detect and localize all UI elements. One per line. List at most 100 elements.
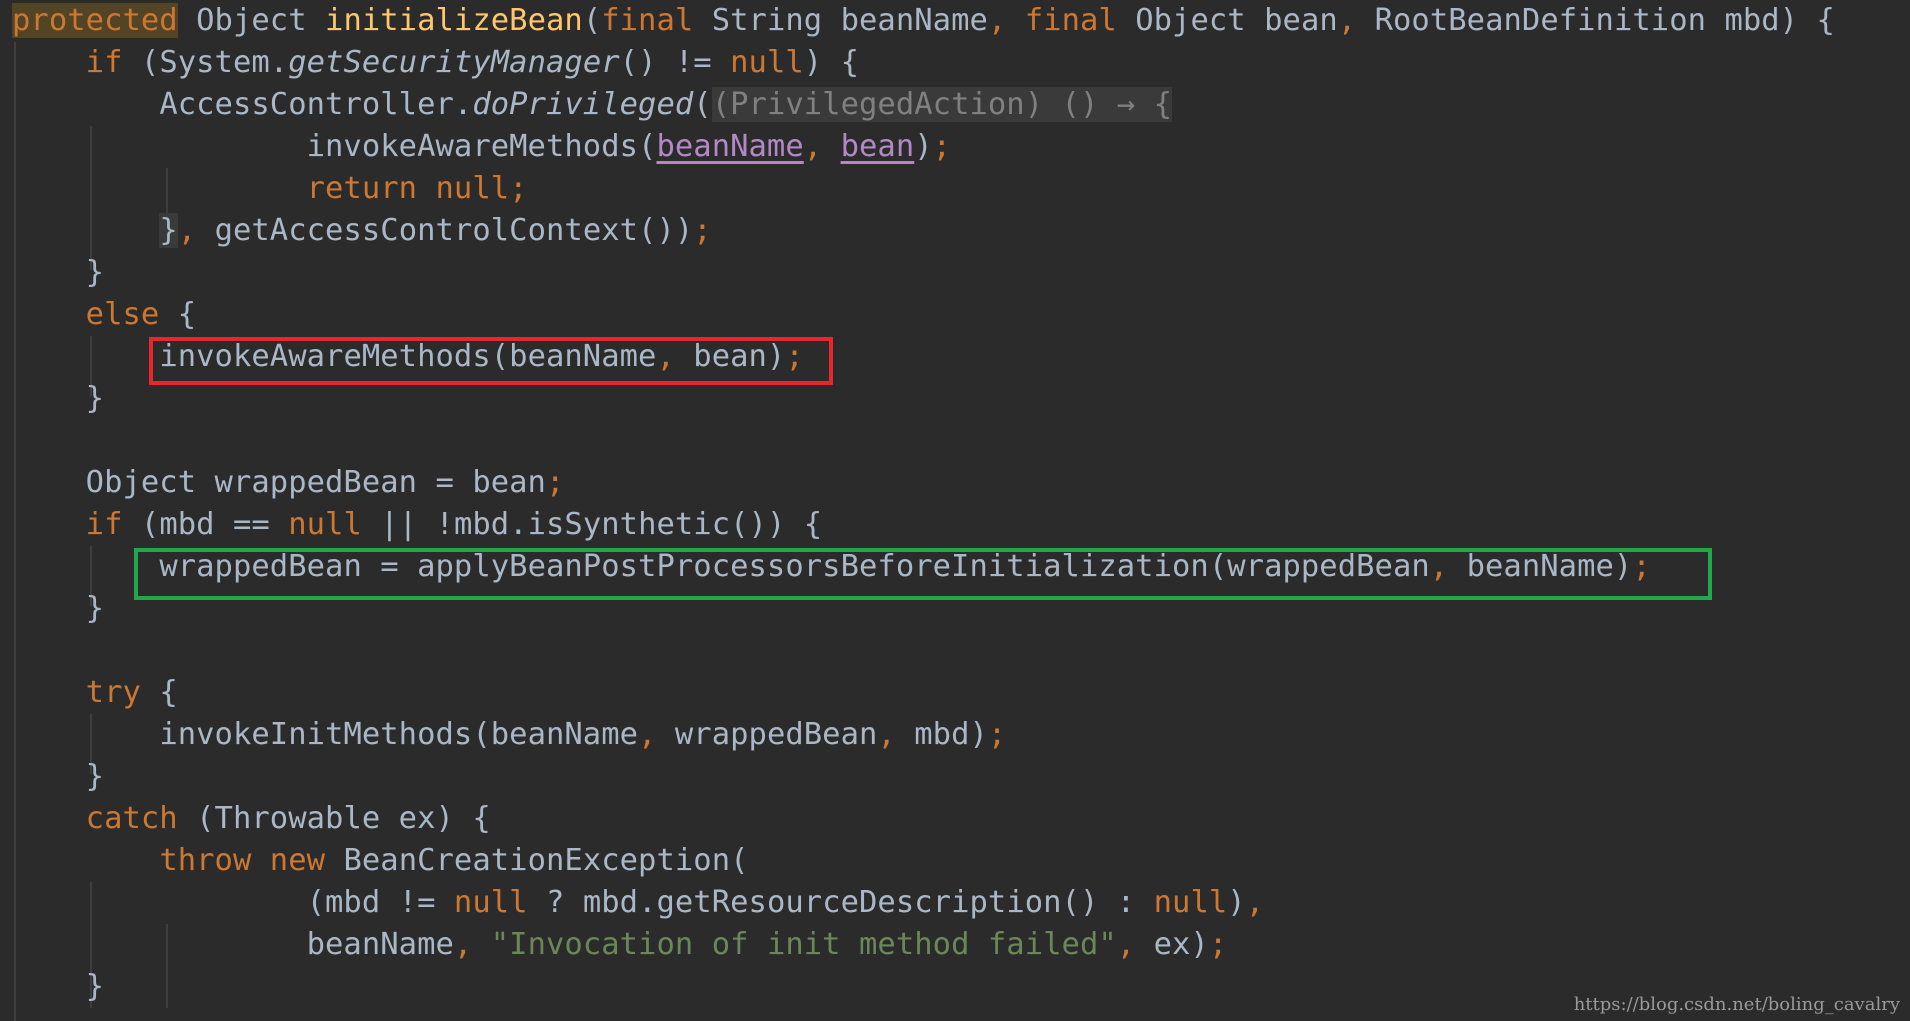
code-token-param: beanName: [656, 129, 804, 164]
code-token-default: ) {: [803, 45, 860, 80]
code-token-punct: ,: [1116, 927, 1154, 962]
code-token-punct: ;: [932, 129, 952, 164]
code-editor[interactable]: protected Object initializeBean(final St…: [0, 0, 1910, 1021]
code-token-default: [12, 675, 86, 710]
code-token-punct: ,: [987, 3, 1025, 38]
code-token-default: [12, 507, 86, 542]
code-token-keyword: final: [1024, 3, 1136, 38]
code-token-string: "Invocation of init method failed": [490, 927, 1117, 962]
code-line: return null;: [12, 168, 528, 210]
code-line: Object wrappedBean = bean;: [12, 462, 565, 504]
code-token-default: [12, 801, 86, 836]
code-token-keyword: if: [85, 45, 141, 80]
code-token-default: }: [12, 759, 105, 794]
code-token-default: beanName: [306, 927, 454, 962]
code-token-default: [12, 45, 86, 80]
code-token-default: RootBeanDefinition mbd) {: [1374, 3, 1835, 38]
code-token-punct: ,: [1245, 885, 1265, 920]
code-token-highlight: protected: [12, 3, 178, 38]
code-token-default: Object: [196, 3, 326, 38]
code-token-default: [12, 465, 86, 500]
code-token-default: () !=: [619, 45, 731, 80]
code-token-static: getSecurityManager: [288, 45, 620, 80]
code-token-keyword: try: [85, 675, 160, 710]
code-token-default: invokeAwareMethods(: [306, 129, 657, 164]
code-token-default: ): [914, 129, 933, 164]
code-token-default: [178, 3, 196, 38]
code-token-default: BeanCreationException(: [343, 843, 749, 878]
code-token-punct: ;: [545, 465, 565, 500]
code-token-keyword: final: [601, 3, 712, 38]
code-token-default: wrappedBean: [674, 717, 878, 752]
code-line: beanName, "Invocation of init method fai…: [12, 924, 1228, 966]
code-token-default: invokeInitMethods(beanName: [159, 717, 639, 752]
watermark: https://blog.csdn.net/boling_cavalry: [1573, 994, 1900, 1015]
code-token-default: [12, 927, 307, 962]
code-token-punct: ;: [509, 171, 528, 206]
code-token-keyword: null: [288, 507, 381, 542]
code-line: }: [12, 378, 104, 420]
code-line: throw new BeanCreationException(: [12, 840, 749, 882]
code-token-default: ? mbd.getResourceDescription() :: [546, 885, 1154, 920]
code-token-default: [12, 171, 307, 206]
code-token-default: [12, 129, 307, 164]
code-token-foldend: }: [159, 213, 178, 248]
code-token-keyword: if: [85, 507, 141, 542]
code-token-default: AccessController.: [159, 87, 473, 122]
code-token-default: Object bean: [1135, 3, 1338, 38]
code-token-default: }: [12, 381, 105, 416]
code-token-default: (System.: [140, 45, 289, 80]
code-token-keyword: null: [730, 45, 804, 80]
code-token-fold: (PrivilegedAction) () → {: [711, 87, 1173, 122]
code-token-keyword: null: [1153, 885, 1228, 920]
code-token-param: bean: [840, 129, 915, 164]
code-token-keyword: else: [85, 297, 178, 332]
code-token-keyword: null: [453, 885, 546, 920]
code-line: }, getAccessControlContext());: [12, 210, 712, 252]
code-token-default: String beanName: [711, 3, 988, 38]
code-line: }: [12, 588, 104, 630]
code-token-default: [12, 297, 86, 332]
code-token-punct: ;: [1208, 927, 1228, 962]
highlight-box-green: [134, 548, 1712, 600]
code-token-keyword: return null: [306, 171, 510, 206]
code-token-default: {: [177, 297, 197, 332]
code-line: }: [12, 966, 104, 1008]
code-token-default: ): [1227, 885, 1246, 920]
code-token-default: mbd): [914, 717, 988, 752]
code-token-punct: ,: [638, 717, 675, 752]
code-token-default: }: [12, 255, 105, 290]
code-token-punct: ;: [693, 213, 712, 248]
code-line: try {: [12, 672, 178, 714]
code-token-default: (mbd !=: [306, 885, 454, 920]
code-line: protected Object initializeBean(final St…: [12, 0, 1835, 42]
code-token-default: getAccessControlContext()): [214, 213, 694, 248]
code-token-default: [12, 87, 159, 122]
code-token-method: initializeBean: [325, 3, 583, 38]
code-token-default: }: [12, 591, 105, 626]
code-token-default: Object wrappedBean = bean: [85, 465, 546, 500]
code-line: invokeInitMethods(beanName, wrappedBean,…: [12, 714, 1006, 756]
code-token-punct: ;: [987, 717, 1007, 752]
code-line: }: [12, 252, 104, 294]
code-token-default: (: [582, 3, 602, 38]
highlight-box-red: [149, 337, 833, 385]
code-token-default: [12, 885, 307, 920]
code-line: }: [12, 756, 104, 798]
code-line: else {: [12, 294, 196, 336]
code-token-default: (: [693, 87, 712, 122]
code-token-punct: ,: [453, 927, 491, 962]
code-token-default: (mbd ==: [140, 507, 289, 542]
code-token-default: [12, 213, 159, 248]
code-line: if (System.getSecurityManager() != null)…: [12, 42, 859, 84]
code-line: invokeAwareMethods(beanName, bean);: [12, 126, 951, 168]
code-token-default: [12, 717, 159, 752]
code-token-default: (Throwable ex) {: [196, 801, 491, 836]
code-token-keyword: throw new: [159, 843, 344, 878]
code-token-default: [12, 843, 159, 878]
code-token-static: doPrivileged: [472, 87, 694, 122]
code-token-default: }: [12, 969, 105, 1004]
code-line: (mbd != null ? mbd.getResourceDescriptio…: [12, 882, 1264, 924]
code-token-default: {: [159, 675, 178, 710]
code-token-punct: ,: [1337, 3, 1375, 38]
